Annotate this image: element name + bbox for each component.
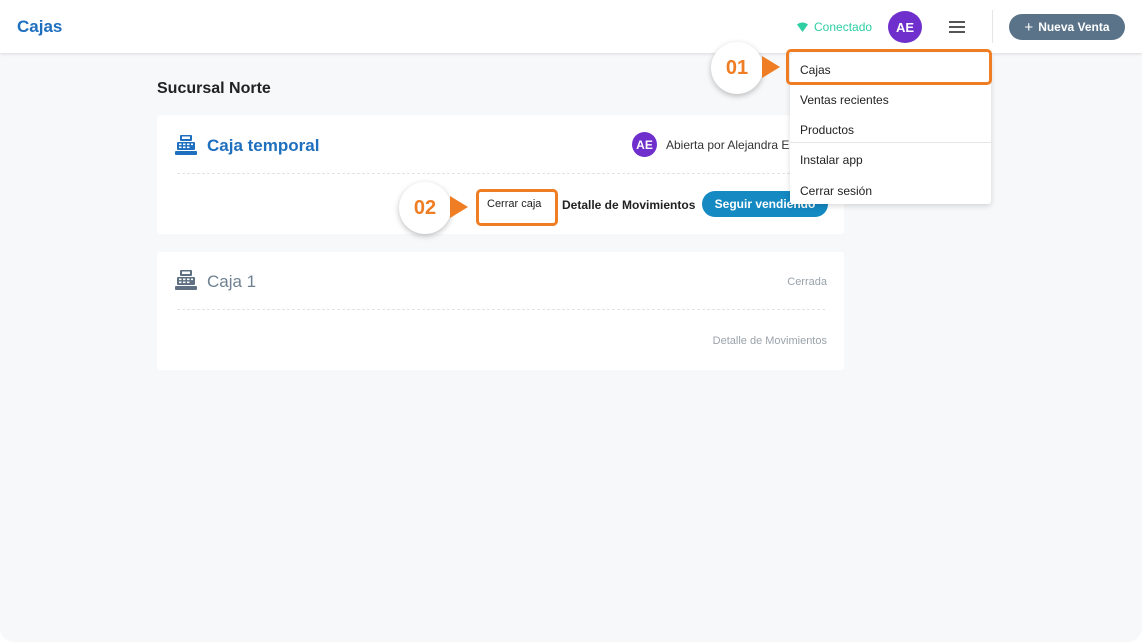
header-divider <box>992 10 993 43</box>
app-frame: Cajas Conectado AE + Nueva Venta Sucursa… <box>0 0 1142 642</box>
connection-status: Conectado <box>797 20 872 34</box>
new-sale-button[interactable]: + Nueva Venta <box>1009 14 1125 40</box>
new-sale-label: Nueva Venta <box>1038 20 1110 34</box>
menu-item-logout[interactable]: Cerrar sesión <box>800 184 872 198</box>
hamburger-menu-icon[interactable] <box>947 18 967 36</box>
movements-detail-link[interactable]: Detalle de Movimientos <box>713 335 827 347</box>
plus-icon: + <box>1024 18 1034 36</box>
register-name[interactable]: Caja temporal <box>207 136 319 156</box>
page-title: Cajas <box>17 17 63 36</box>
status-badge: Cerrada <box>787 276 827 288</box>
menu-divider <box>790 142 991 143</box>
user-avatar[interactable]: AE <box>888 11 922 43</box>
top-bar: Cajas Conectado AE + Nueva Venta <box>0 0 1142 53</box>
register-name[interactable]: Caja 1 <box>207 272 256 292</box>
card-divider <box>177 309 825 310</box>
connection-status-label: Conectado <box>814 20 873 34</box>
branch-title: Sucursal Norte <box>157 80 271 97</box>
cash-register-icon <box>175 135 197 155</box>
step-badge-01: 01 <box>711 42 763 94</box>
pointer-arrow-icon <box>762 56 780 78</box>
opened-by-label: Abierta por Alejandra Er <box>666 137 794 152</box>
highlight-box-02 <box>476 189 558 226</box>
menu-item-recent-sales[interactable]: Ventas recientes <box>800 93 889 107</box>
register-opened-by: AE Abierta por Alejandra Er <box>632 132 793 157</box>
register-card-closed: Caja 1 Cerrada Detalle de Movimientos <box>157 252 844 370</box>
menu-item-install-app[interactable]: Instalar app <box>800 153 863 167</box>
step-badge-02: 02 <box>399 182 451 234</box>
avatar: AE <box>632 132 657 157</box>
menu-item-products[interactable]: Productos <box>800 123 854 137</box>
card-divider <box>177 173 825 174</box>
movements-detail-link[interactable]: Detalle de Movimientos <box>562 198 695 212</box>
cash-register-icon <box>175 270 197 290</box>
pointer-arrow-icon <box>450 196 468 218</box>
wifi-icon <box>797 22 808 32</box>
highlight-box-01 <box>786 49 992 85</box>
